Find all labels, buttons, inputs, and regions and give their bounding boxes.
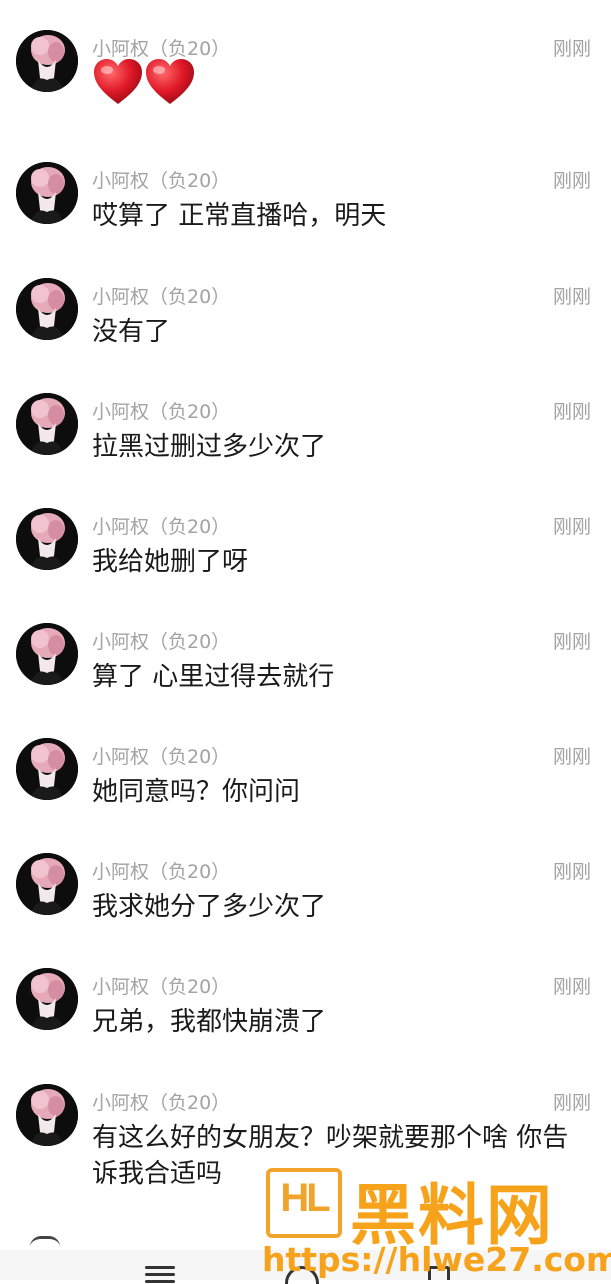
- message-time: 刚刚: [552, 286, 591, 308]
- sender-name[interactable]: 小阿权（负20）: [92, 742, 230, 769]
- message-time: 刚刚: [552, 516, 591, 538]
- sender-name[interactable]: 小阿权（负20）: [92, 972, 230, 999]
- watermark-logo-text: HL: [280, 1176, 330, 1220]
- avatar-icon[interactable]: [16, 623, 78, 685]
- sender-name[interactable]: 小阿权（负20）: [92, 627, 230, 654]
- avatar-icon[interactable]: [16, 162, 78, 224]
- sender-name[interactable]: 小阿权（负20）: [92, 282, 230, 309]
- message-text: 没有了: [92, 317, 171, 347]
- message-time: 刚刚: [552, 38, 591, 60]
- message-time: 刚刚: [552, 401, 591, 423]
- message-time: 刚刚: [552, 976, 591, 998]
- avatar-icon[interactable]: [16, 278, 78, 340]
- sender-name[interactable]: 小阿权（负20）: [92, 512, 230, 539]
- sender-name[interactable]: 小阿权（负20）: [92, 857, 230, 884]
- avatar-icon[interactable]: [16, 30, 78, 92]
- message-time: 刚刚: [552, 861, 591, 883]
- message-text: 我求她分了多少次了: [92, 892, 327, 922]
- message-text: 算了 心里过得去就行: [92, 662, 335, 692]
- watermark: HL 黑料网 https://hlwe27.com: [262, 1162, 611, 1280]
- message-text: 哎算了 正常直播哈，明天: [92, 201, 387, 231]
- avatar-icon[interactable]: [16, 393, 78, 455]
- message-text: 她同意吗？你问问: [92, 777, 301, 807]
- heart-icon: [144, 58, 196, 106]
- menu-icon[interactable]: [145, 1266, 175, 1283]
- message-time: 刚刚: [552, 1092, 591, 1114]
- sender-name[interactable]: 小阿权（负20）: [92, 34, 230, 61]
- message-time: 刚刚: [552, 631, 591, 653]
- watermark-url: https://hlwe27.com: [262, 1240, 611, 1279]
- heart-icon: [92, 58, 144, 106]
- avatar-icon[interactable]: [16, 968, 78, 1030]
- avatar-icon[interactable]: [16, 508, 78, 570]
- avatar-icon[interactable]: [16, 853, 78, 915]
- heart-emoji-group: [92, 58, 196, 106]
- partial-avatar: [30, 1236, 60, 1247]
- avatar-icon[interactable]: [16, 738, 78, 800]
- sender-name[interactable]: 小阿权（负20）: [92, 1088, 230, 1115]
- sender-name[interactable]: 小阿权（负20）: [92, 166, 230, 193]
- message-text: 我给她删了呀: [92, 547, 249, 577]
- message-text: 拉黑过删过多少次了: [92, 432, 327, 462]
- watermark-logo: HL: [266, 1168, 342, 1238]
- avatar-icon[interactable]: [16, 1084, 78, 1146]
- message-time: 刚刚: [552, 746, 591, 768]
- message-text: 兄弟，我都快崩溃了: [92, 1007, 327, 1037]
- sender-name[interactable]: 小阿权（负20）: [92, 397, 230, 424]
- message-time: 刚刚: [552, 170, 591, 192]
